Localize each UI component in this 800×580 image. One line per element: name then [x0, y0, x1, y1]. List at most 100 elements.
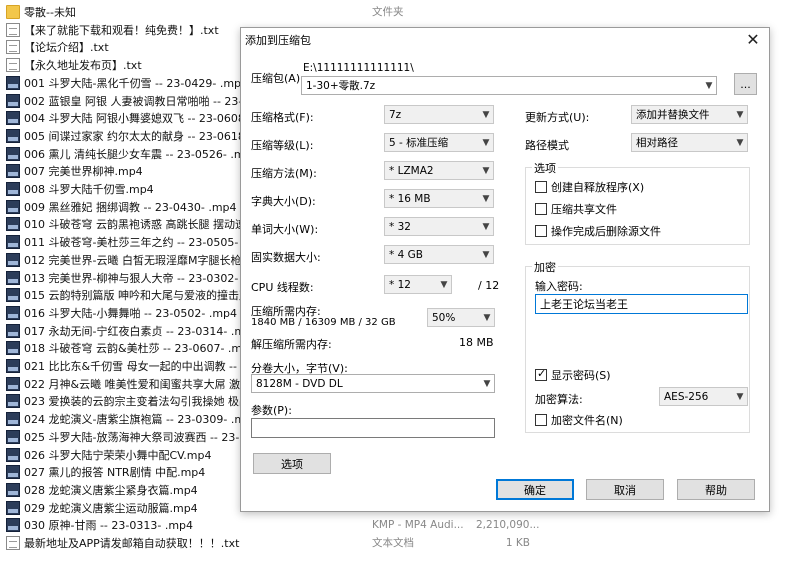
file-name: 023 爱换装的云韵宗主变着法勾引我操她 极品身 [24, 394, 261, 408]
options-button[interactable]: 选项 [253, 453, 331, 474]
format-select[interactable]: 7z ▼ [384, 105, 494, 124]
archive-path: E:\11111111111111\ [303, 62, 414, 74]
solid-value: * 4 GB [389, 248, 423, 261]
video-file-icon [6, 323, 20, 338]
encrypt-group-title: 加密 [532, 259, 558, 275]
cpu-label: CPU 线程数: [251, 281, 314, 294]
params-input[interactable] [251, 418, 495, 438]
file-type: 文件夹 [372, 6, 404, 18]
file-name: 021 比比东&千仞雪 母女一起的中出调教 -- 23 [24, 359, 255, 373]
enc-method-value: AES-256 [664, 390, 709, 403]
chevron-down-icon: ▼ [736, 109, 744, 120]
archive-label: 压缩包(A) [251, 72, 301, 85]
level-value: 5 - 标准压缩 [389, 137, 449, 149]
level-select[interactable]: 5 - 标准压缩 ▼ [384, 133, 494, 152]
file-name: 012 完美世界-云曦 白皙无瑕淫靡M字腿长枪直入 [24, 253, 264, 267]
split-combo[interactable]: 8128M - DVD DL ▼ [251, 374, 495, 393]
video-file-icon [6, 270, 20, 285]
text-file-icon [6, 57, 20, 72]
file-name: 026 斗罗大陆宁荣荣小舞中配CV.mp4 [24, 448, 212, 462]
file-name: 最新地址及APP请发邮箱自动获取！！！.txt [24, 536, 240, 550]
show-password-checkbox[interactable]: 显示密码(S) [535, 367, 611, 383]
cpu-total: / 12 [478, 279, 500, 292]
opt-delete-checkbox[interactable]: 操作完成后删除源文件 [535, 223, 661, 239]
text-file-icon [6, 39, 20, 54]
file-name: 029 龙蛇演义唐紫尘运动服篇.mp4 [24, 501, 198, 515]
params-label: 参数(P): [251, 404, 292, 417]
chevron-down-icon: ▼ [440, 279, 448, 290]
split-value: 8128M - DVD DL [256, 377, 343, 390]
opt-delete-label: 操作完成后删除源文件 [551, 225, 661, 238]
video-file-icon [6, 447, 20, 462]
dialog-titlebar: 添加到压缩包 ✕ [241, 28, 769, 52]
file-name: 010 斗破苍穹 云韵黑袍诱惑 高跳长腿 摆动速人身 [24, 217, 268, 231]
file-name: 018 斗破苍穹 云韵&美杜莎 -- 23-0607- .mp4 [24, 341, 257, 355]
file-name: 011 斗破苍穹-美杜莎三年之约 -- 23-0505- .m [24, 235, 257, 249]
video-file-icon [6, 340, 20, 355]
file-name: 016 斗罗大陆-小舞舞啪 -- 23-0502- .mp4 [24, 306, 238, 320]
chevron-down-icon: ▼ [482, 249, 490, 260]
file-name: 017 永劫无间-宁红夜白素贞 -- 23-0314- .mp4 [24, 324, 260, 338]
file-name: 005 间谍过家家 约尔太太的献身 -- 23-0618- . [24, 129, 256, 143]
archive-name-value: 1-30+零散.7z [306, 80, 376, 92]
video-file-icon [6, 252, 20, 267]
file-name: 030 原神-甘雨 -- 23-0313- .mp4 [24, 518, 194, 532]
cancel-button[interactable]: 取消 [586, 479, 664, 500]
video-file-icon [6, 482, 20, 497]
pathmode-select[interactable]: 相对路径 ▼ [631, 133, 748, 152]
video-file-icon [6, 429, 20, 444]
cpu-value: * 12 [389, 278, 411, 291]
file-name: 028 龙蛇演义唐紫尘紧身衣篇.mp4 [24, 483, 198, 497]
enc-method-select[interactable]: AES-256 ▼ [659, 387, 748, 406]
archive-name-combo[interactable]: 1-30+零散.7z ▼ [301, 76, 717, 95]
method-select[interactable]: * LZMA2 ▼ [384, 161, 494, 180]
browse-button[interactable]: ... [734, 73, 757, 95]
solid-select[interactable]: * 4 GB ▼ [384, 245, 494, 264]
update-label: 更新方式(U): [525, 111, 590, 124]
dict-value: * 16 MB [389, 192, 431, 205]
file-row[interactable]: 零散--未知 文件夹 [0, 3, 800, 20]
pathmode-label: 路径模式 [525, 139, 569, 152]
enc-names-checkbox[interactable]: 加密文件名(N) [535, 412, 623, 428]
dict-label: 字典大小(D): [251, 195, 316, 208]
help-button[interactable]: 帮助 [677, 479, 755, 500]
video-file-icon [6, 128, 20, 143]
video-file-icon [6, 216, 20, 231]
file-row[interactable]: 最新地址及APP请发邮箱自动获取！！！.txt 文本文档 1 KB [0, 534, 800, 551]
update-select[interactable]: 添加并替换文件 ▼ [631, 105, 748, 124]
file-size: 2,210,090... [476, 518, 540, 531]
opt-sfx-checkbox[interactable]: 创建自释放程序(X) [535, 179, 644, 195]
file-name: 002 蓝银皇 阿银 人妻被调教日常啪啪 -- 23-06 [24, 94, 257, 108]
chevron-down-icon: ▼ [482, 137, 490, 148]
video-file-icon [6, 199, 20, 214]
enc-method-label: 加密算法: [535, 393, 583, 406]
word-select[interactable]: * 32 ▼ [384, 217, 494, 236]
mem-decomp-value: 18 MB [459, 336, 494, 349]
ok-button[interactable]: 确定 [496, 479, 574, 500]
mem-percent-value: 50% [432, 311, 456, 324]
file-row[interactable]: 030 原神-甘雨 -- 23-0313- .mp4 KMP - MP4 Audi… [0, 516, 800, 533]
format-label: 压缩格式(F): [251, 111, 314, 124]
file-name: 零散--未知 [24, 5, 76, 19]
mem-percent-select[interactable]: 50% ▼ [427, 308, 495, 327]
file-name: 【论坛介绍】.txt [24, 40, 109, 54]
cpu-select[interactable]: * 12 ▼ [384, 275, 452, 294]
text-file-icon [6, 22, 20, 37]
checkbox-checked-icon [535, 367, 547, 381]
opt-shared-checkbox[interactable]: 压缩共享文件 [535, 201, 617, 217]
file-name: 【来了就能下载和观看！纯免费！】.txt [24, 23, 219, 37]
video-file-icon [6, 411, 20, 426]
chevron-down-icon: ▼ [482, 165, 490, 176]
format-value: 7z [389, 108, 402, 121]
video-file-icon [6, 163, 20, 178]
video-file-icon [6, 464, 20, 479]
enc-names-label: 加密文件名(N) [551, 414, 623, 427]
chevron-down-icon: ▼ [483, 378, 491, 389]
dialog-title: 添加到压缩包 [245, 34, 311, 47]
close-icon[interactable]: ✕ [743, 30, 763, 50]
dict-select[interactable]: * 16 MB ▼ [384, 189, 494, 208]
video-file-icon [6, 287, 20, 302]
options-group-title: 选项 [532, 160, 558, 176]
password-input[interactable]: 上老王论坛当老王 [535, 294, 748, 314]
level-label: 压缩等级(L): [251, 139, 314, 152]
